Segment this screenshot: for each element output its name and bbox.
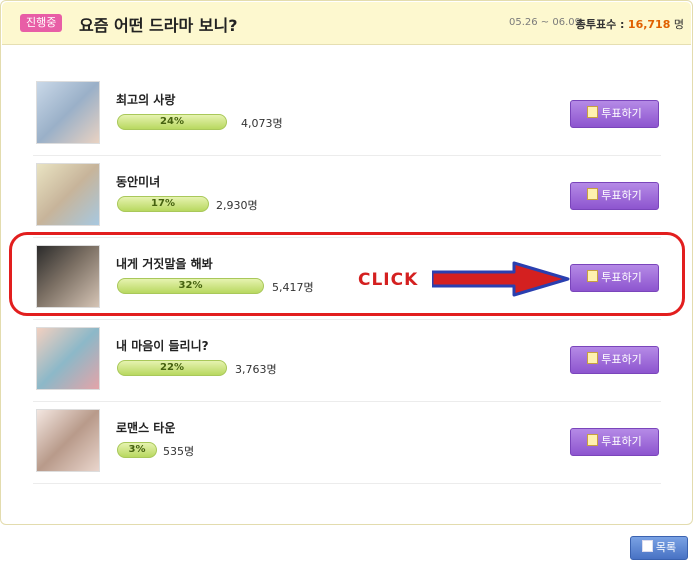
poll-item: 동안미녀 17% 2,930명 투표하기 bbox=[33, 155, 661, 238]
vote-button[interactable]: 투표하기 bbox=[570, 100, 659, 128]
progress-bar: 24% bbox=[117, 114, 227, 130]
poll-header: 진행중 요즘 어떤 드라마 보니? 05.26 ~ 06.09 총투표수 : 1… bbox=[2, 2, 691, 45]
vote-icon bbox=[587, 434, 599, 446]
drama-thumbnail bbox=[36, 327, 100, 390]
drama-name: 내 마음이 들리니? bbox=[116, 339, 209, 353]
vote-button[interactable]: 투표하기 bbox=[570, 428, 659, 456]
total-votes-unit: 명 bbox=[673, 18, 684, 31]
poll-item: 최고의 사랑 24% 4,073명 투표하기 bbox=[33, 73, 661, 156]
drama-thumbnail bbox=[36, 81, 100, 144]
vote-button-label: 투표하기 bbox=[601, 435, 642, 448]
total-votes-label: 총투표수 : bbox=[575, 18, 625, 31]
list-button[interactable]: 목록 bbox=[630, 536, 688, 560]
poll-item: 로맨스 타운 3% 535명 투표하기 bbox=[33, 401, 661, 484]
highlight-box bbox=[9, 232, 685, 316]
vote-icon bbox=[587, 106, 599, 118]
vote-icon bbox=[587, 188, 599, 200]
vote-button-label: 투표하기 bbox=[601, 353, 642, 366]
drama-name: 동안미녀 bbox=[116, 175, 161, 189]
vote-count: 3,763명 bbox=[235, 363, 277, 376]
drama-thumbnail bbox=[36, 163, 100, 226]
vote-button-label: 투표하기 bbox=[601, 107, 642, 120]
total-votes-value: 16,718 bbox=[627, 18, 671, 31]
status-badge: 진행중 bbox=[20, 14, 63, 32]
drama-name: 최고의 사랑 bbox=[116, 93, 176, 107]
poll-title: 요즘 어떤 드라마 보니? bbox=[79, 16, 238, 35]
vote-icon bbox=[587, 352, 599, 364]
vote-count: 2,930명 bbox=[216, 199, 258, 212]
click-annotation: CLICK bbox=[358, 270, 419, 290]
progress-bar: 3% bbox=[117, 442, 157, 458]
drama-name: 로맨스 타운 bbox=[116, 421, 176, 435]
poll-item: 내 마음이 들리니? 22% 3,763명 투표하기 bbox=[33, 319, 661, 402]
vote-button[interactable]: 투표하기 bbox=[570, 182, 659, 210]
progress-bar: 17% bbox=[117, 196, 209, 212]
list-button-label: 목록 bbox=[655, 541, 677, 554]
list-icon bbox=[641, 540, 653, 552]
total-votes: 총투표수 : 16,718 명 bbox=[576, 16, 684, 32]
vote-button-label: 투표하기 bbox=[601, 189, 642, 202]
vote-count: 4,073명 bbox=[241, 117, 283, 130]
vote-count: 535명 bbox=[163, 445, 195, 458]
drama-thumbnail bbox=[36, 409, 100, 472]
poll-period: 05.26 ~ 06.09 bbox=[509, 17, 581, 28]
vote-button[interactable]: 투표하기 bbox=[570, 346, 659, 374]
arrow-right-icon bbox=[432, 261, 570, 297]
progress-bar: 22% bbox=[117, 360, 227, 376]
